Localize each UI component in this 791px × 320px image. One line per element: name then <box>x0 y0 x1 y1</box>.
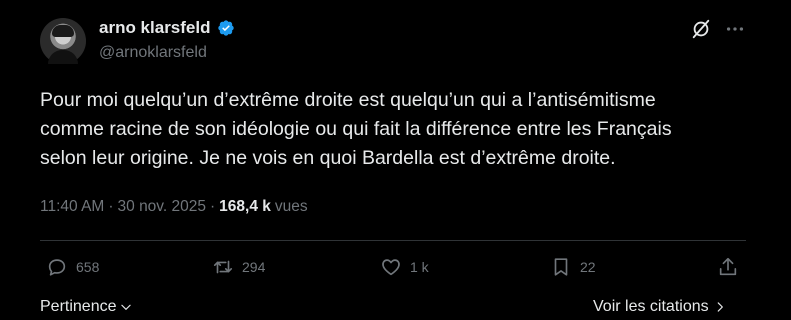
view-quotes-label: Voir les citations <box>593 298 709 315</box>
views-label: vues <box>274 198 308 215</box>
sort-dropdown[interactable]: Pertinence <box>40 298 133 316</box>
tweet-date[interactable]: 30 nov. 2025 <box>118 198 206 216</box>
reply-count: 658 <box>76 259 100 275</box>
repost-count: 294 <box>242 259 266 275</box>
bookmark-count: 22 <box>580 259 596 275</box>
tweet-text: Pour moi quelqu’un d’extrême droite est … <box>40 86 760 173</box>
tweet-text-line: Pour moi quelqu’un d’extrême droite est … <box>40 89 656 111</box>
sort-label: Pertinence <box>40 298 117 315</box>
tweet-meta: 11:40 AM · 30 nov. 2025 · 168,4 k vues <box>40 198 308 216</box>
tweet: arno klarsfeld @arnoklarsfeld Pour moi q… <box>0 0 791 320</box>
avatar-hair <box>52 25 74 37</box>
avatar-body <box>48 50 78 64</box>
divider <box>40 240 746 241</box>
more-icon[interactable] <box>724 18 746 40</box>
like-button[interactable]: 1 k <box>380 256 429 278</box>
grok-icon[interactable] <box>690 18 712 40</box>
tweet-time[interactable]: 11:40 AM <box>40 198 104 216</box>
tweet-text-line: comme racine de son idéologie ou qui fai… <box>40 118 672 140</box>
avatar[interactable] <box>40 18 86 64</box>
bookmark-icon <box>554 258 568 276</box>
meta-separator: · <box>108 198 114 215</box>
chevron-down-icon <box>120 304 131 310</box>
views-count: 168,4 k <box>219 198 271 215</box>
author-name[interactable]: arno klarsfeld <box>99 18 211 38</box>
bookmark-button[interactable]: 22 <box>550 256 596 278</box>
repost-button[interactable]: 294 <box>212 256 265 278</box>
tweet-text-line: selon leur origine. Je ne vois en quoi B… <box>40 147 616 169</box>
author-name-row: arno klarsfeld <box>99 18 235 38</box>
action-bar: 658 294 1 k 22 <box>40 256 746 284</box>
share-icon <box>719 257 737 276</box>
view-quotes-link[interactable]: Voir les citations <box>593 298 727 316</box>
reply-icon <box>48 259 66 276</box>
like-count: 1 k <box>410 259 429 275</box>
reply-button[interactable]: 658 <box>46 256 99 278</box>
meta-separator: · <box>210 198 216 215</box>
author-handle[interactable]: @arnoklarsfeld <box>99 44 207 62</box>
share-button[interactable] <box>717 256 739 278</box>
verified-badge-icon <box>217 20 234 36</box>
heart-icon <box>382 259 400 276</box>
repost-icon <box>213 260 233 274</box>
chevron-right-icon <box>717 302 723 312</box>
